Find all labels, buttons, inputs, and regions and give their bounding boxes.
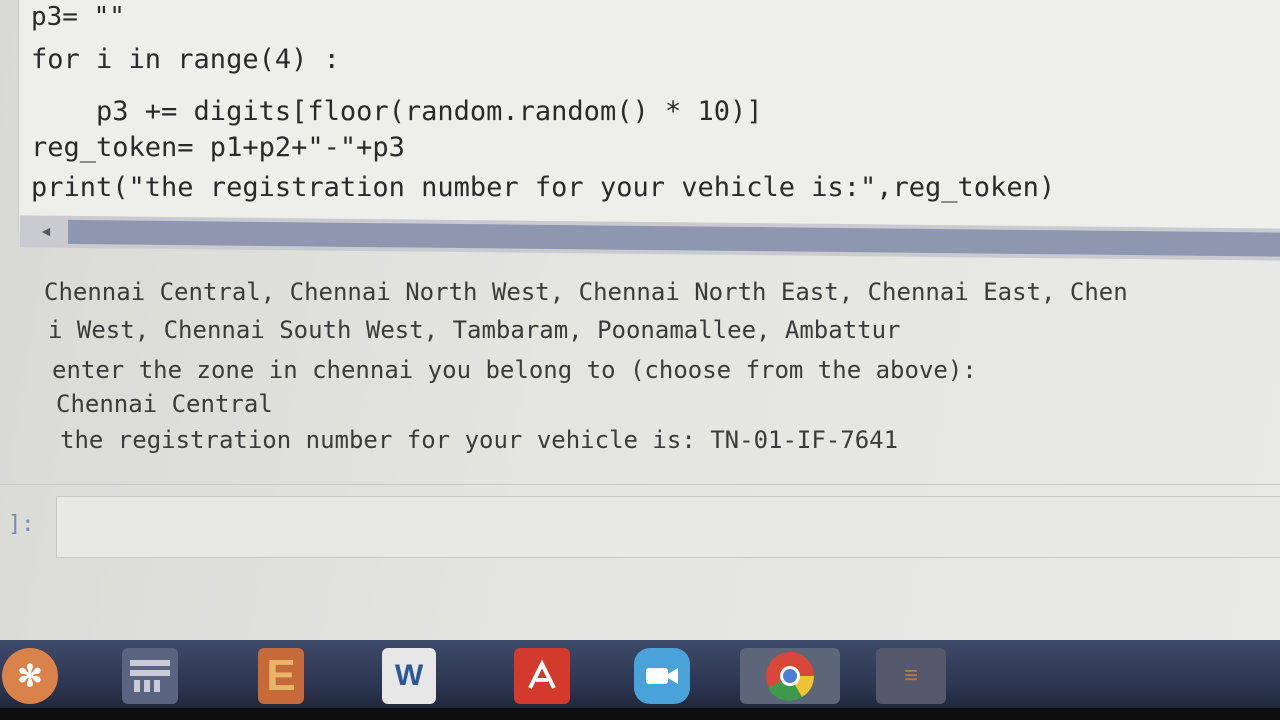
code-line-1: p3= "" [31, 2, 125, 32]
output-line-4: Chennai Central [56, 390, 273, 418]
code-cell[interactable]: p3= "" for i in range(4) : p3 += digits[… [18, 0, 1280, 232]
cell-prompt: ]: [8, 512, 35, 537]
cell-output: Chennai Central, Chennai North West, Che… [44, 278, 1280, 468]
output-line-3: enter the zone in chennai you belong to … [52, 356, 977, 384]
empty-code-cell[interactable] [56, 496, 1280, 558]
code-line-3: p3 += digits[floor(random.random() * 10)… [31, 96, 763, 127]
scroll-left-icon[interactable]: ◀ [36, 222, 56, 242]
e-app-icon[interactable]: E [258, 648, 304, 704]
screen-bezel [0, 708, 1280, 720]
app-icon[interactable]: ≡ [876, 648, 946, 704]
output-line-5: the registration number for your vehicle… [60, 426, 899, 454]
calculator-icon[interactable] [122, 648, 178, 704]
acrobat-icon[interactable] [514, 648, 570, 704]
snowflake-app-icon[interactable]: ✻ [2, 648, 58, 704]
notebook-screen: p3= "" for i in range(4) : p3 += digits[… [0, 0, 1280, 640]
word-icon[interactable]: W [382, 648, 436, 704]
code-line-5: print("the registration number for your … [31, 172, 1056, 203]
chrome-icon[interactable] [740, 648, 840, 704]
output-line-1: Chennai Central, Chennai North West, Che… [44, 278, 1128, 306]
output-line-2: i West, Chennai South West, Tambaram, Po… [48, 316, 901, 344]
cell-divider [0, 484, 1280, 485]
word-icon-label: W [394, 659, 424, 692]
zoom-icon[interactable] [634, 648, 690, 704]
code-line-2: for i in range(4) : [31, 44, 340, 75]
code-line-4: reg_token= p1+p2+"-"+p3 [31, 132, 405, 163]
